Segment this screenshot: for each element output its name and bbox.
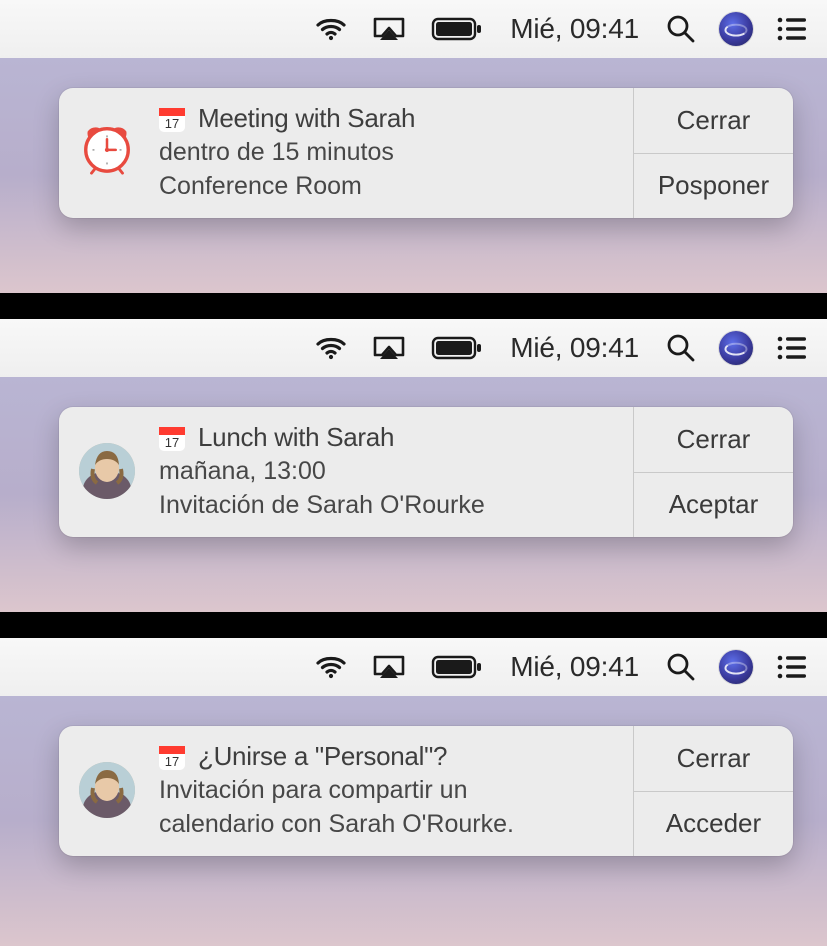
airplay-icon[interactable] [370,14,408,44]
wifi-icon[interactable] [314,652,348,682]
close-button[interactable]: Cerrar [634,726,793,792]
notification-line-2: calendario con Sarah O'Rourke. [157,808,621,842]
siri-icon[interactable] [719,650,753,684]
siri-icon[interactable] [719,331,753,365]
battery-icon[interactable] [430,14,484,44]
menubar: Mié, 09:41 [0,319,827,377]
battery-icon[interactable] [430,652,484,682]
airplay-icon[interactable] [370,652,408,682]
notification-calendar-reminder: Meeting with Sarah dentro de 15 minutos … [59,88,793,218]
notification-time: dentro de 15 minutos [157,136,621,170]
calendar-app-icon [157,742,187,772]
calendar-app-icon [157,423,187,453]
close-button[interactable]: Cerrar [634,88,793,154]
wifi-icon[interactable] [314,14,348,44]
contact-avatar [79,443,135,499]
notification-title: ¿Unirse a "Personal"? [198,741,447,772]
notification-title: Lunch with Sarah [198,422,394,453]
battery-icon[interactable] [430,333,484,363]
menubar-datetime[interactable]: Mié, 09:41 [506,332,643,364]
menubar: Mié, 09:41 [0,638,827,696]
calendar-app-icon [157,104,187,134]
desktop: Meeting with Sarah dentro de 15 minutos … [0,58,827,293]
close-button[interactable]: Cerrar [634,407,793,473]
section-divider [0,612,827,638]
spotlight-search-icon[interactable] [665,13,697,45]
notification-subtitle: Invitación de Sarah O'Rourke [157,489,621,523]
notification-center-icon[interactable] [775,652,809,682]
notification-location: Conference Room [157,170,621,204]
notification-title: Meeting with Sarah [198,103,415,134]
notification-center-icon[interactable] [775,333,809,363]
notification-line-1: Invitación para compartir un [157,774,621,808]
wifi-icon[interactable] [314,333,348,363]
spotlight-search-icon[interactable] [665,332,697,364]
notification-center-icon[interactable] [775,14,809,44]
notification-calendar-invitation: Lunch with Sarah mañana, 13:00 Invitació… [59,407,793,537]
airplay-icon[interactable] [370,333,408,363]
accept-button[interactable]: Aceptar [634,473,793,538]
spotlight-search-icon[interactable] [665,651,697,683]
alarm-clock-icon [59,88,155,218]
section-divider [0,293,827,319]
notification-time: mañana, 13:00 [157,455,621,489]
contact-avatar [79,762,135,818]
desktop: Lunch with Sarah mañana, 13:00 Invitació… [0,377,827,612]
snooze-button[interactable]: Posponer [634,154,793,219]
siri-icon[interactable] [719,12,753,46]
menubar-datetime[interactable]: Mié, 09:41 [506,651,643,683]
menubar-datetime[interactable]: Mié, 09:41 [506,13,643,45]
join-button[interactable]: Acceder [634,792,793,857]
menubar: Mié, 09:41 [0,0,827,58]
desktop: ¿Unirse a "Personal"? Invitación para co… [0,696,827,946]
notification-calendar-share: ¿Unirse a "Personal"? Invitación para co… [59,726,793,856]
